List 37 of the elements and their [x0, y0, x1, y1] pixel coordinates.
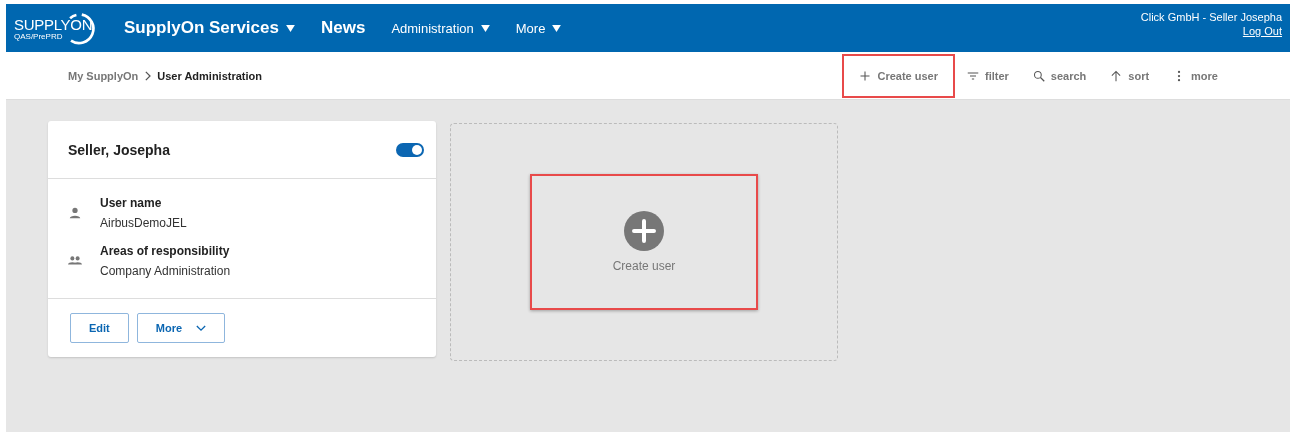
breadcrumb-link[interactable]: User Administration: [157, 69, 262, 82]
logout-link[interactable]: Log Out: [1242, 24, 1282, 38]
field-value: Company Administration: [100, 264, 231, 278]
toolbar-button[interactable]: sort: [1098, 53, 1162, 98]
caret-icon: [552, 24, 562, 32]
chevron-down-icon: [196, 324, 207, 332]
create-user-label: Create user: [612, 259, 676, 273]
field-label: User name: [100, 196, 163, 210]
search-icon: [1032, 69, 1045, 82]
create-user-tile[interactable]: Create user: [450, 123, 838, 361]
toolbar-button[interactable]: Create user: [842, 53, 955, 98]
plus-icon: [859, 69, 872, 82]
chevron-icon: [144, 70, 152, 81]
nav-menu-item[interactable]: More: [515, 20, 562, 36]
active-toggle[interactable]: [396, 142, 424, 157]
caret-icon: [285, 24, 295, 32]
card-action-button[interactable]: Edit: [70, 313, 129, 343]
caret-icon: [480, 24, 490, 32]
filter-icon: [967, 69, 979, 82]
add-icon: [624, 211, 664, 251]
person-icon: [68, 206, 82, 220]
field-label: Areas of responsibility: [100, 244, 231, 258]
nav-menu-item[interactable]: Administration: [391, 20, 490, 36]
field-value: AirbusDemoJEL: [100, 216, 187, 230]
nav-menu-item[interactable]: News: [320, 18, 366, 38]
toolbar-button[interactable]: more: [1161, 53, 1230, 98]
card-action-button[interactable]: More: [136, 313, 226, 343]
breadcrumb-link[interactable]: My SupplyOn: [68, 69, 139, 82]
user-full-name: Seller, Josepha: [68, 141, 170, 158]
nav-menu-item[interactable]: SupplyOn Services: [124, 18, 295, 38]
user-account-name: Click GmbH - Seller Josepha: [1140, 10, 1282, 24]
up-arrow-icon: [1110, 69, 1123, 82]
create-user-area[interactable]: Create user: [530, 174, 758, 310]
toolbar-button[interactable]: filter: [955, 53, 1021, 98]
people-icon: [68, 254, 82, 268]
supplyon-logo[interactable]: SUPPLYON QAS/PrePRD: [14, 8, 106, 48]
toolbar-button[interactable]: search: [1020, 53, 1099, 98]
